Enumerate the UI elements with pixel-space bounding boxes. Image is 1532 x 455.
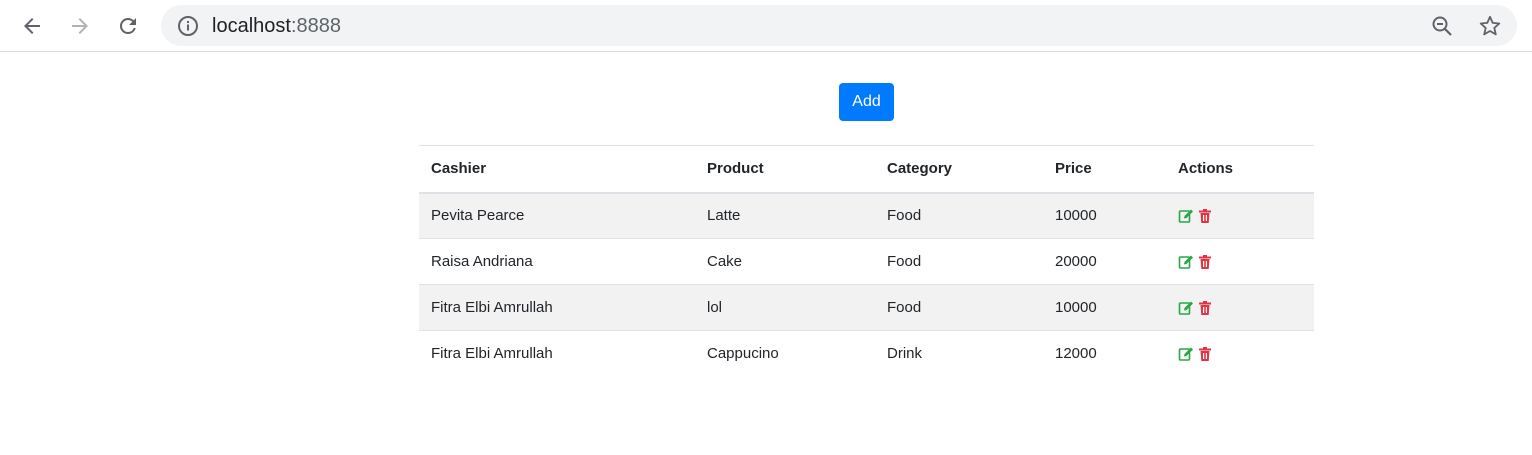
zoom-out-button[interactable] bbox=[1429, 13, 1455, 39]
cell-cashier: Fitra Elbi Amrullah bbox=[419, 284, 695, 331]
delete-icon[interactable] bbox=[1197, 254, 1213, 270]
table-row: Fitra Elbi Amrullah lol Food 10000 bbox=[419, 284, 1314, 331]
cell-product: Cappucino bbox=[695, 330, 875, 377]
header-product: Product bbox=[695, 145, 875, 194]
cell-category: Food bbox=[875, 284, 1043, 331]
header-actions: Actions bbox=[1166, 145, 1314, 194]
bookmark-button[interactable] bbox=[1477, 13, 1503, 39]
forward-button[interactable] bbox=[60, 6, 100, 46]
header-cashier: Cashier bbox=[419, 145, 695, 194]
edit-icon[interactable] bbox=[1178, 346, 1194, 362]
edit-icon[interactable] bbox=[1178, 254, 1194, 270]
cell-price: 12000 bbox=[1043, 330, 1166, 377]
back-arrow-icon bbox=[24, 18, 40, 34]
table-row: Pevita Pearce Latte Food 10000 bbox=[419, 192, 1314, 239]
reload-button[interactable] bbox=[108, 6, 148, 46]
info-icon[interactable] bbox=[177, 15, 199, 37]
cell-actions bbox=[1166, 284, 1314, 331]
table-row: Fitra Elbi Amrullah Cappucino Drink 12000 bbox=[419, 330, 1314, 377]
delete-icon[interactable] bbox=[1197, 346, 1213, 362]
cell-actions bbox=[1166, 330, 1314, 377]
cell-product: Latte bbox=[695, 192, 875, 239]
cell-actions bbox=[1166, 238, 1314, 285]
cell-product: Cake bbox=[695, 238, 875, 285]
delete-icon[interactable] bbox=[1197, 208, 1213, 224]
cell-cashier: Raisa Andriana bbox=[419, 238, 695, 285]
delete-icon[interactable] bbox=[1197, 300, 1213, 316]
cell-price: 10000 bbox=[1043, 284, 1166, 331]
cell-price: 20000 bbox=[1043, 238, 1166, 285]
zoom-out-icon bbox=[1432, 16, 1452, 36]
table-header-row: Cashier Product Category Price Actions bbox=[419, 145, 1314, 194]
header-category: Category bbox=[875, 145, 1043, 194]
cell-actions bbox=[1166, 192, 1314, 239]
reload-icon bbox=[119, 17, 136, 34]
browser-toolbar: localhost:8888 bbox=[0, 0, 1532, 52]
edit-icon[interactable] bbox=[1178, 300, 1194, 316]
cell-category: Food bbox=[875, 192, 1043, 239]
forward-arrow-icon bbox=[72, 18, 88, 34]
table-row: Raisa Andriana Cake Food 20000 bbox=[419, 238, 1314, 285]
cell-price: 10000 bbox=[1043, 192, 1166, 239]
address-bar[interactable]: localhost:8888 bbox=[161, 5, 1517, 46]
url-host: localhost bbox=[212, 15, 291, 37]
cell-category: Food bbox=[875, 238, 1043, 285]
cell-cashier: Fitra Elbi Amrullah bbox=[419, 330, 695, 377]
cell-cashier: Pevita Pearce bbox=[419, 192, 695, 239]
cell-category: Drink bbox=[875, 330, 1043, 377]
star-icon bbox=[1479, 15, 1501, 36]
edit-icon[interactable] bbox=[1178, 208, 1194, 224]
transactions-table: Cashier Product Category Price Actions P… bbox=[419, 145, 1314, 377]
header-price: Price bbox=[1043, 145, 1166, 194]
back-button[interactable] bbox=[12, 6, 52, 46]
add-button[interactable]: Add bbox=[839, 83, 894, 121]
url-port: :8888 bbox=[290, 15, 341, 37]
url-text[interactable]: localhost:8888 bbox=[212, 14, 341, 38]
cell-product: lol bbox=[695, 284, 875, 331]
